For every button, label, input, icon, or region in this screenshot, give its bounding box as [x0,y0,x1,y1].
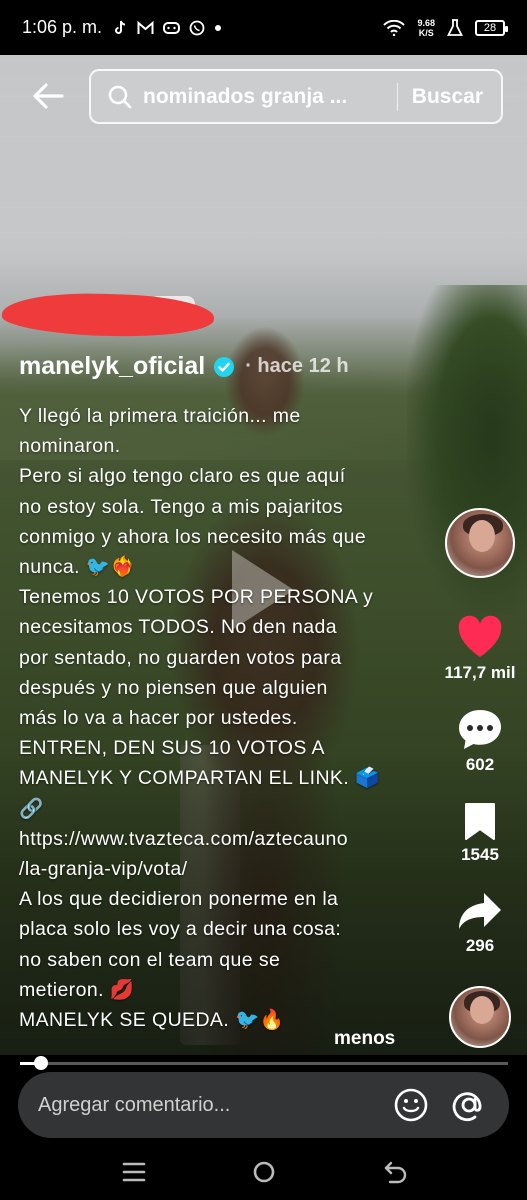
dot-icon [215,24,222,31]
comment-bar [18,1072,509,1138]
avatar-face [469,520,495,552]
flask-icon [447,18,463,36]
emoji-icon[interactable] [393,1087,429,1123]
search-icon [108,85,132,108]
search-query[interactable]: nominados granja ... [143,85,391,109]
gmail-icon [137,20,154,34]
comment-action[interactable]: 602 [440,707,520,775]
collapse-caption-button[interactable]: menos [334,1028,395,1050]
gamepad-icon [163,21,181,34]
progress-track[interactable] [20,1062,508,1065]
status-bar: 1:06 p. m. 9.68 K/S 28 [0,0,527,55]
network-speed-value: 9.68 [417,17,435,28]
save-count: 1545 [461,845,499,864]
sound-avatar[interactable] [449,986,511,1048]
notification-icons [112,20,222,36]
post-time: · hace 12 h [245,355,349,377]
verified-badge-icon [214,356,235,377]
post-caption: Y llegó la primera traición... me nomina… [19,405,380,1032]
status-time: 1:06 p. m. [22,17,103,37]
author-row: manelyk_oficial · hace 12 h [19,352,349,381]
search-button[interactable]: Buscar [412,85,501,109]
comment-bubble-icon[interactable] [457,707,503,751]
creator-avatar[interactable] [445,508,515,578]
share-arrow-icon[interactable] [457,890,503,932]
username[interactable]: manelyk_oficial [19,352,205,381]
back-arrow-icon[interactable] [30,78,66,114]
like-count: 117,7 mil [444,663,516,682]
back-nav-icon[interactable] [382,1158,410,1186]
search-bar[interactable]: nominados granja ... Buscar [89,69,503,124]
status-right: 9.68 K/S 28 [383,18,508,38]
battery-level: 28 [483,21,497,34]
battery-icon: 28 [475,19,508,36]
whatsapp-icon [189,20,205,35]
tiktok-icon [115,20,126,34]
wifi-icon [383,19,406,36]
share-action[interactable]: 296 [440,890,520,956]
recent-apps-icon[interactable] [120,1158,148,1186]
save-action[interactable]: 1545 [440,801,520,865]
progress-thumb[interactable] [34,1056,48,1070]
like-action[interactable]: 117,7 mil [440,615,520,683]
comment-input[interactable] [38,1093,393,1117]
network-speed: 9.68 K/S [417,18,435,38]
sound-avatar-face [470,996,494,1024]
network-speed-unit: K/S [418,27,434,38]
bookmark-icon[interactable] [463,801,497,841]
share-count: 296 [465,936,495,955]
comment-count: 602 [465,755,495,774]
heart-icon[interactable] [456,615,504,659]
search-divider [396,82,398,111]
mention-icon[interactable] [451,1087,487,1123]
home-icon[interactable] [250,1158,278,1186]
